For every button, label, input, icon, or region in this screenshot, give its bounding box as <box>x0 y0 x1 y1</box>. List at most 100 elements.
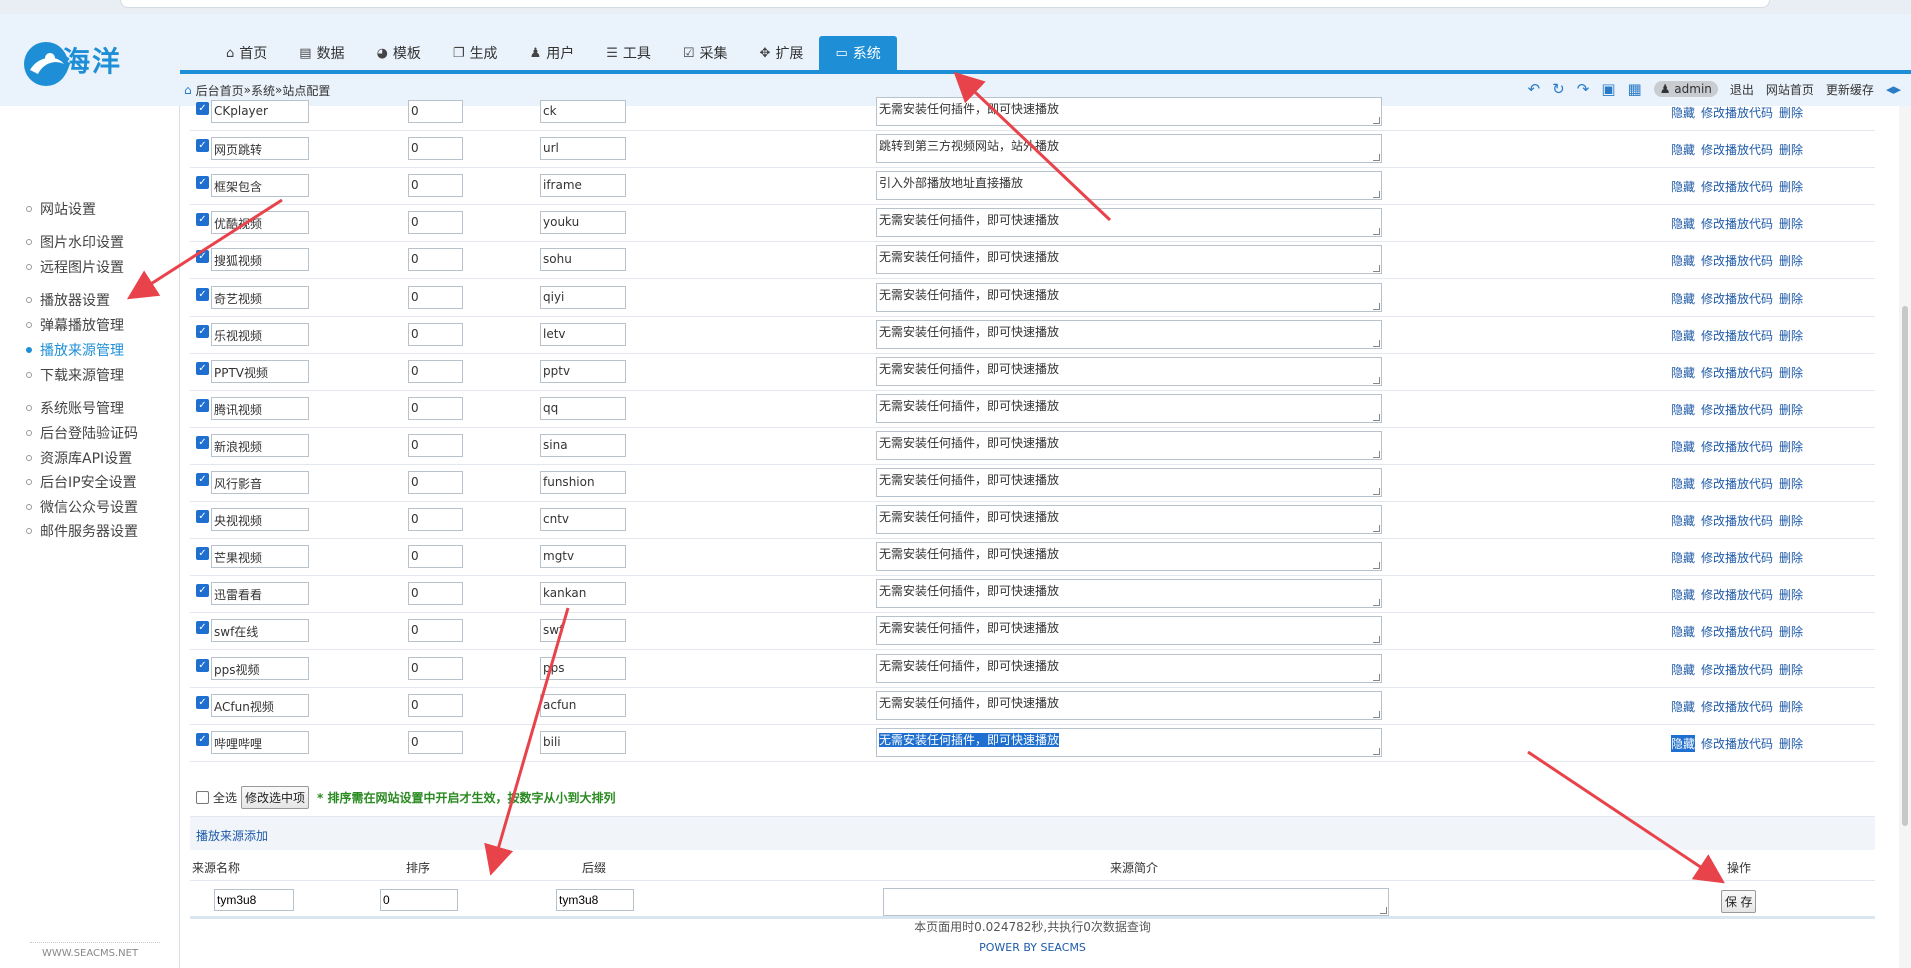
source-suffix-input[interactable]: sohu <box>540 248 626 272</box>
row-checkbox[interactable]: ✓ <box>196 510 209 524</box>
source-desc-textarea[interactable]: 跳转到第三方视频网站，站外播放 <box>876 134 1382 164</box>
delete-link[interactable]: 删除 <box>1779 327 1803 344</box>
edit-code-link[interactable]: 修改播放代码 <box>1701 661 1773 678</box>
delete-link[interactable]: 删除 <box>1779 141 1803 158</box>
hide-link[interactable]: 隐藏 <box>1671 512 1695 529</box>
source-name-input[interactable]: 迅雷看看 <box>211 582 309 606</box>
source-sort-input[interactable]: 0 <box>408 174 463 198</box>
resize-handle-icon[interactable] <box>1373 191 1380 199</box>
source-name-input[interactable]: 芒果视频 <box>211 545 309 569</box>
hide-link[interactable]: 隐藏 <box>1671 327 1695 344</box>
source-suffix-input[interactable]: qq <box>540 396 626 420</box>
hide-link[interactable]: 隐藏 <box>1671 141 1695 158</box>
source-sort-input[interactable]: 0 <box>408 100 463 123</box>
resize-handle-icon[interactable] <box>1373 747 1380 755</box>
source-desc-textarea[interactable]: 无需安装任何插件，即可快速播放 <box>876 356 1382 386</box>
hide-link[interactable]: 隐藏 <box>1671 586 1695 603</box>
sidebar-item-6[interactable]: 下载来源管理 <box>26 365 124 385</box>
source-name-input[interactable]: 奇艺视频 <box>211 285 309 309</box>
source-name-input[interactable]: PPTV视频 <box>211 359 309 383</box>
resize-handle-icon[interactable] <box>1373 117 1380 124</box>
edit-code-link[interactable]: 修改播放代码 <box>1701 364 1773 381</box>
delete-link[interactable]: 删除 <box>1779 661 1803 678</box>
source-name-input[interactable]: ACfun视频 <box>211 693 309 717</box>
row-checkbox[interactable]: ✓ <box>196 361 209 375</box>
source-desc-textarea[interactable]: 无需安装任何插件，即可快速播放 <box>876 468 1382 497</box>
resize-handle-icon[interactable] <box>1373 450 1380 458</box>
source-suffix-input[interactable]: swf <box>540 619 626 643</box>
edit-code-link[interactable]: 修改播放代码 <box>1701 104 1773 121</box>
new-source-desc-textarea[interactable] <box>883 888 1389 916</box>
source-sort-input[interactable]: 0 <box>408 656 463 680</box>
source-desc-textarea[interactable]: 无需安装任何插件，即可快速播放 <box>876 245 1382 275</box>
resize-handle-icon[interactable] <box>1373 339 1380 347</box>
source-suffix-input[interactable]: sina <box>540 433 626 457</box>
footer-power[interactable]: POWER BY SEACMS <box>190 941 1875 954</box>
source-name-input[interactable]: 搜狐视频 <box>211 248 309 272</box>
hide-link[interactable]: 隐藏 <box>1671 475 1695 492</box>
row-checkbox[interactable]: ✓ <box>196 213 209 227</box>
source-name-input[interactable]: 腾讯视频 <box>211 396 309 420</box>
hide-link[interactable]: 隐藏 <box>1671 364 1695 381</box>
source-desc-textarea[interactable]: 无需安装任何插件，即可快速播放 <box>876 690 1382 720</box>
hide-link[interactable]: 隐藏 <box>1671 401 1695 418</box>
delete-link[interactable]: 删除 <box>1779 623 1803 640</box>
source-sort-input[interactable]: 0 <box>408 137 463 161</box>
delete-link[interactable]: 删除 <box>1779 401 1803 418</box>
source-name-input[interactable]: CKplayer <box>211 100 309 123</box>
source-suffix-input[interactable]: iframe <box>540 174 626 198</box>
source-name-input[interactable]: 风行影音 <box>211 471 309 494</box>
source-suffix-input[interactable]: pps <box>540 656 626 680</box>
row-checkbox[interactable]: ✓ <box>196 658 209 672</box>
hide-link[interactable]: 隐藏 <box>1671 290 1695 307</box>
delete-link[interactable]: 删除 <box>1779 364 1803 381</box>
row-checkbox[interactable]: ✓ <box>196 621 209 635</box>
source-sort-input[interactable]: 0 <box>408 693 463 717</box>
delete-link[interactable]: 删除 <box>1779 178 1803 195</box>
source-sort-input[interactable]: 0 <box>408 508 463 532</box>
row-checkbox[interactable]: ✓ <box>196 435 209 449</box>
sidebar-item-0[interactable]: 网站设置 <box>26 199 96 219</box>
edit-code-link[interactable]: 修改播放代码 <box>1701 549 1773 566</box>
source-suffix-input[interactable]: pptv <box>540 359 626 383</box>
row-checkbox[interactable]: ✓ <box>196 695 209 709</box>
nav-tab-8[interactable]: ▭ 系统 <box>819 36 897 70</box>
new-source-suffix-input[interactable] <box>556 889 634 911</box>
hide-link[interactable]: 隐藏 <box>1671 438 1695 455</box>
row-checkbox[interactable]: ✓ <box>196 732 209 746</box>
delete-link[interactable]: 删除 <box>1779 735 1803 752</box>
source-suffix-input[interactable]: qiyi <box>540 285 626 309</box>
hide-link[interactable]: 隐藏 <box>1671 698 1695 715</box>
source-desc-textarea[interactable]: 无需安装任何插件，即可快速播放 <box>876 97 1382 126</box>
edit-code-link[interactable]: 修改播放代码 <box>1701 623 1773 640</box>
source-sort-input[interactable]: 0 <box>408 433 463 457</box>
source-sort-input[interactable]: 0 <box>408 248 463 272</box>
vertical-scrollbar[interactable] <box>1899 106 1911 968</box>
delete-link[interactable]: 删除 <box>1779 215 1803 232</box>
row-checkbox[interactable]: ✓ <box>196 324 209 338</box>
source-desc-textarea[interactable]: 无需安装任何插件，即可快速播放 <box>876 208 1382 238</box>
source-name-input[interactable]: pps视频 <box>211 656 309 680</box>
hide-link[interactable]: 隐藏 <box>1671 215 1695 232</box>
resize-handle-icon[interactable] <box>1373 154 1380 162</box>
new-source-sort-input[interactable] <box>380 889 458 911</box>
resize-handle-icon[interactable] <box>1373 562 1380 570</box>
select-all-checkbox[interactable] <box>196 791 209 804</box>
nav-tab-4[interactable]: ♟ 用户 <box>514 36 591 70</box>
nav-tab-0[interactable]: ⌂ 首页 <box>210 36 283 70</box>
scrollbar-thumb[interactable] <box>1902 306 1908 826</box>
toggle-panel-icon[interactable]: ◂▸ <box>1886 80 1901 98</box>
resize-handle-icon[interactable] <box>1373 413 1380 421</box>
resize-handle-icon[interactable] <box>1373 636 1380 644</box>
source-desc-textarea[interactable]: 无需安装任何插件，即可快速播放 <box>876 653 1382 683</box>
nav-tab-3[interactable]: ❐ 生成 <box>437 36 514 70</box>
nav-tab-5[interactable]: ☰ 工具 <box>590 36 667 70</box>
edit-code-link[interactable]: 修改播放代码 <box>1701 290 1773 307</box>
resize-handle-icon[interactable] <box>1373 376 1380 384</box>
save-button[interactable]: 保 存 <box>1721 890 1757 913</box>
source-desc-textarea[interactable]: 无需安装任何插件，即可快速播放 <box>876 319 1382 349</box>
sidebar-item-8[interactable]: 后台登陆验证码 <box>26 423 138 443</box>
edit-code-link[interactable]: 修改播放代码 <box>1701 475 1773 492</box>
resize-handle-icon[interactable] <box>1373 265 1380 273</box>
source-suffix-input[interactable]: kankan <box>540 582 626 606</box>
